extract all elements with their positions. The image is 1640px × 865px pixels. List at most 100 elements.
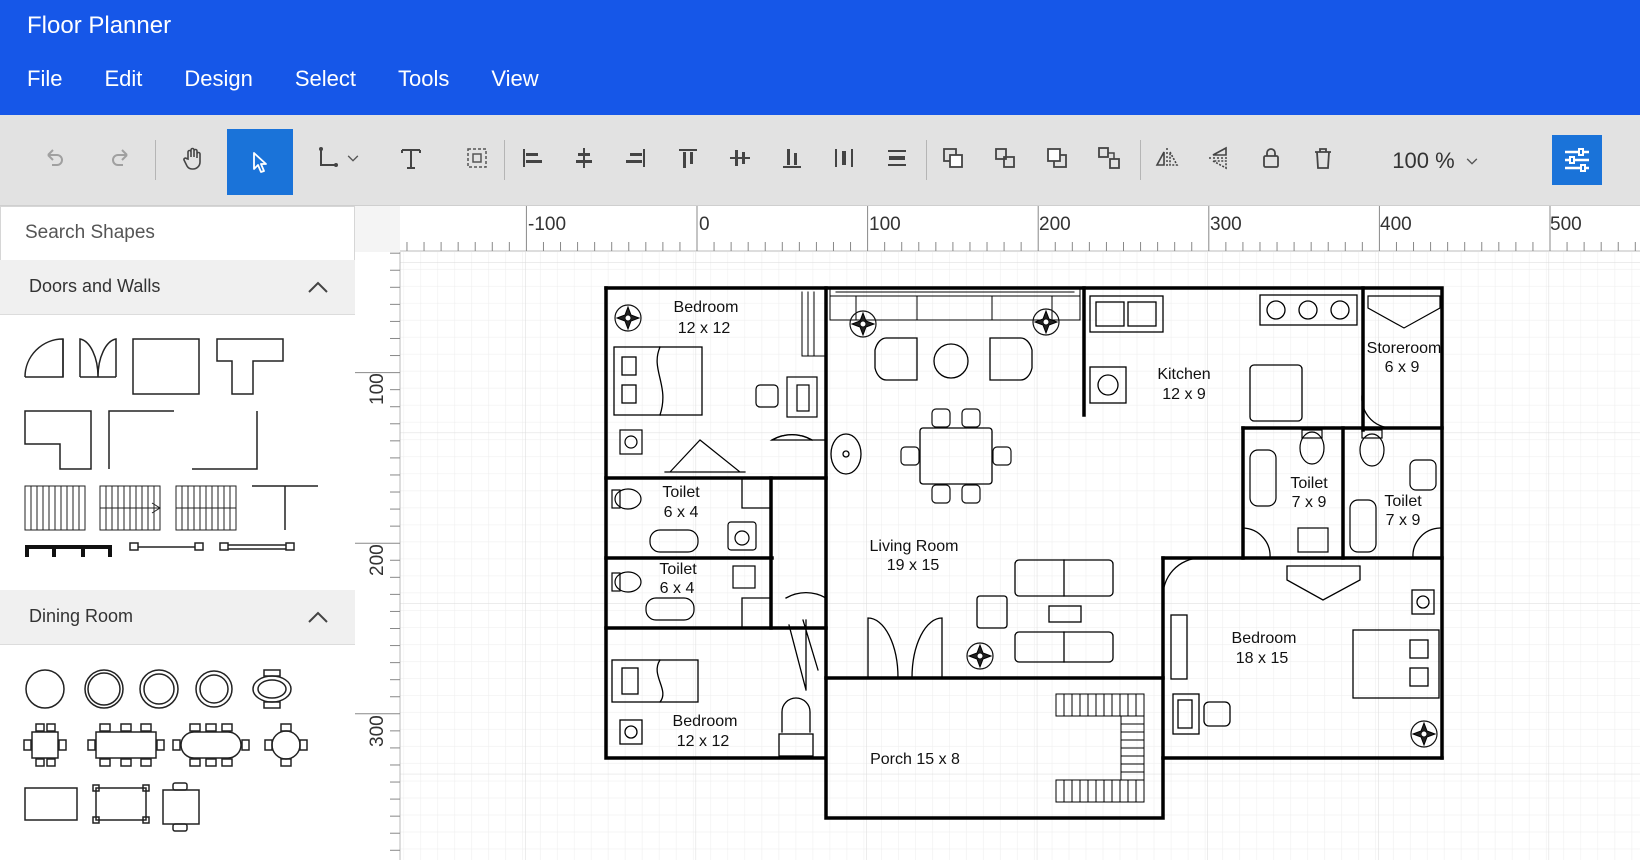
app-title: Floor Planner — [27, 12, 172, 39]
round-table-3-shape[interactable] — [139, 669, 179, 709]
ruler-h-label: 200 — [1039, 214, 1071, 235]
search-shapes-input[interactable] — [23, 207, 347, 259]
menu-select[interactable]: Select — [274, 66, 377, 92]
distribute-vertical-icon — [888, 150, 906, 166]
single-door-shape[interactable] — [24, 338, 64, 378]
toolbar-separator — [504, 140, 505, 180]
ruler-horizontal: -100 0 100 200 300 400 500 — [400, 206, 1640, 252]
pan-tool-button[interactable] — [168, 129, 218, 187]
room-name: Storeroom — [1367, 340, 1442, 357]
doors-walls-shapes — [0, 314, 355, 614]
thick-wall-shape[interactable] — [25, 545, 112, 557]
zoom-dropdown[interactable]: 100 % — [1378, 143, 1493, 179]
diagram-canvas[interactable]: -100 0 100 200 300 400 500 100 200 300 B… — [355, 206, 1640, 860]
corner-wall-right-shape[interactable] — [192, 411, 258, 470]
round-table-4-shape[interactable] — [195, 670, 233, 708]
redo-button[interactable] — [95, 129, 145, 187]
align-middle-icon — [730, 150, 750, 166]
menu-design[interactable]: Design — [163, 66, 273, 92]
room-shape[interactable] — [132, 338, 200, 395]
room-size: 12 x 12 — [678, 320, 731, 337]
round-table-shape[interactable] — [25, 669, 65, 709]
section-header-doors-walls[interactable]: Doors and Walls — [0, 260, 355, 315]
distribute-horizontal-button[interactable] — [819, 129, 869, 187]
align-right-button[interactable] — [611, 129, 661, 187]
square-table-shape[interactable] — [162, 782, 200, 832]
delete-button[interactable] — [1298, 129, 1348, 187]
wide-window-shape[interactable] — [219, 542, 295, 551]
toolbar-separator — [155, 140, 156, 180]
table-8-chairs-shape[interactable] — [87, 723, 165, 767]
oval-table-shape[interactable] — [252, 669, 292, 709]
ruler-h-label: 100 — [869, 214, 901, 235]
send-backward-button[interactable] — [980, 129, 1030, 187]
connector-dropdown[interactable] — [303, 129, 373, 187]
toolbar-separator — [926, 140, 927, 180]
table-4-chairs-shape[interactable] — [23, 723, 67, 767]
room-name: Bedroom — [673, 713, 738, 730]
ruler-vertical: 100 200 300 — [355, 252, 401, 860]
align-middle-button[interactable] — [715, 129, 765, 187]
menu-edit[interactable]: Edit — [83, 66, 163, 92]
align-bottom-button[interactable] — [767, 129, 817, 187]
menu-file[interactable]: File — [6, 66, 83, 92]
align-left-button[interactable] — [507, 129, 557, 187]
t-wall-shape[interactable] — [252, 485, 318, 530]
lock-button[interactable] — [1246, 129, 1296, 187]
distribute-vertical-button[interactable] — [872, 129, 922, 187]
redo-icon — [112, 149, 128, 166]
room-name: Toilet — [1290, 475, 1328, 492]
undo-icon — [47, 149, 63, 166]
align-right-icon — [626, 149, 645, 167]
align-top-icon — [679, 149, 697, 168]
pointer-tool-button[interactable] — [227, 129, 293, 195]
ceiling-fan — [1032, 308, 1060, 336]
ceiling-fan — [966, 642, 994, 670]
chevron-down-icon — [347, 155, 359, 162]
l-room-shape[interactable] — [24, 410, 92, 470]
corner-wall-shape[interactable] — [108, 410, 174, 469]
properties-panel-button[interactable] — [1552, 135, 1602, 185]
doors-walls-palette — [24, 338, 318, 557]
canvas-grid — [400, 252, 1640, 860]
t-room-shape[interactable] — [216, 338, 284, 395]
dining-room-shapes — [0, 644, 355, 860]
align-left-icon — [523, 149, 542, 167]
dining-room-palette — [23, 669, 308, 832]
staircase-shape[interactable] — [24, 485, 86, 531]
rectangle-table-shape[interactable] — [24, 787, 78, 821]
zoom-value: 100 % — [1392, 148, 1455, 173]
section-header-dining-room[interactable]: Dining Room — [0, 590, 355, 645]
group-button[interactable] — [452, 129, 502, 187]
menu-bar: File Edit Design Select Tools View — [6, 66, 560, 92]
flip-vertical-button[interactable] — [1194, 129, 1244, 187]
round-table-2-shape[interactable] — [84, 669, 124, 709]
room-size: 6 x 4 — [664, 504, 699, 521]
flip-horizontal-button[interactable] — [1142, 129, 1192, 187]
staircase-split-shape[interactable] — [175, 485, 237, 531]
send-to-back-button[interactable] — [1084, 129, 1134, 187]
menu-tools[interactable]: Tools — [377, 66, 470, 92]
window-shape[interactable] — [129, 542, 204, 551]
align-top-button[interactable] — [663, 129, 713, 187]
room-name: Bedroom — [674, 299, 739, 316]
room-name: Porch 15 x 8 — [870, 751, 960, 768]
toolbar-separator — [1140, 140, 1141, 180]
text-tool-button[interactable] — [386, 129, 436, 187]
bring-to-front-button[interactable] — [1032, 129, 1082, 187]
double-door-shape[interactable] — [79, 338, 117, 378]
pan-icon — [183, 147, 201, 170]
align-center-button[interactable] — [559, 129, 609, 187]
menu-view[interactable]: View — [470, 66, 559, 92]
round-table-4-chairs-shape[interactable] — [264, 723, 308, 767]
oval-table-6-chairs-shape[interactable] — [172, 723, 250, 767]
undo-button[interactable] — [30, 129, 80, 187]
bring-forward-button[interactable] — [928, 129, 978, 187]
room-size: 18 x 15 — [1236, 650, 1289, 667]
staircase-arrow-shape[interactable] — [99, 485, 161, 531]
rectangle-table-2-shape[interactable] — [92, 784, 150, 824]
ruler-h-label: 0 — [699, 214, 710, 235]
flip-horizontal-icon — [1155, 148, 1179, 168]
ceiling-fan — [849, 310, 877, 338]
ruler-v-label: 100 — [367, 373, 388, 405]
